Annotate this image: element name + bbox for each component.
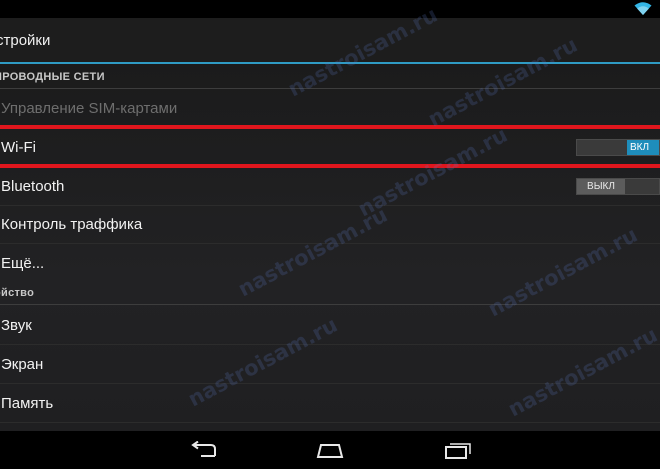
recent-apps-icon[interactable]: [443, 441, 473, 459]
row-label: Контроль траффика: [1, 216, 143, 233]
section-header-wireless: ПРОВОДНЫЕ СЕТИ: [0, 64, 660, 89]
row-label: Управление SIM-картами: [1, 100, 178, 117]
memory-item[interactable]: Память: [0, 384, 660, 423]
back-icon[interactable]: [189, 441, 219, 459]
row-label: Bluetooth: [1, 178, 65, 195]
wifi-toggle[interactable]: ВКЛ: [576, 139, 660, 156]
navigation-bar: [0, 431, 660, 469]
row-label: Wi-Fi: [1, 139, 36, 156]
page-title: стройки: [0, 32, 51, 49]
bluetooth-toggle[interactable]: ВЫКЛ: [576, 178, 660, 195]
section-header-device: ойство: [0, 280, 660, 305]
traffic-control-item[interactable]: Контроль траффика: [0, 205, 660, 244]
toggle-knob: ВЫКЛ: [577, 179, 625, 194]
sound-item[interactable]: Звук: [0, 306, 660, 345]
row-label: Экран: [1, 356, 44, 373]
row-label: Ещё...: [1, 255, 45, 272]
wifi-icon: [634, 2, 652, 15]
more-item[interactable]: Ещё...: [0, 244, 660, 280]
settings-screen: стройки ПРОВОДНЫЕ СЕТИ Управление SIM-ка…: [0, 0, 660, 469]
section-header-label: ПРОВОДНЫЕ СЕТИ: [0, 71, 105, 83]
home-icon[interactable]: [315, 441, 345, 459]
row-label: Память: [1, 395, 54, 412]
wifi-item[interactable]: Wi-Fi ВКЛ: [0, 128, 660, 166]
screen-item[interactable]: Экран: [0, 345, 660, 384]
sim-management-item: Управление SIM-картами: [0, 89, 660, 128]
toggle-knob: ВКЛ: [627, 140, 659, 155]
action-bar: стройки: [0, 18, 660, 64]
row-label: Звук: [1, 317, 32, 334]
bluetooth-item[interactable]: Bluetooth ВЫКЛ: [0, 167, 660, 206]
status-bar: [0, 0, 660, 18]
section-header-label: ойство: [0, 287, 35, 299]
